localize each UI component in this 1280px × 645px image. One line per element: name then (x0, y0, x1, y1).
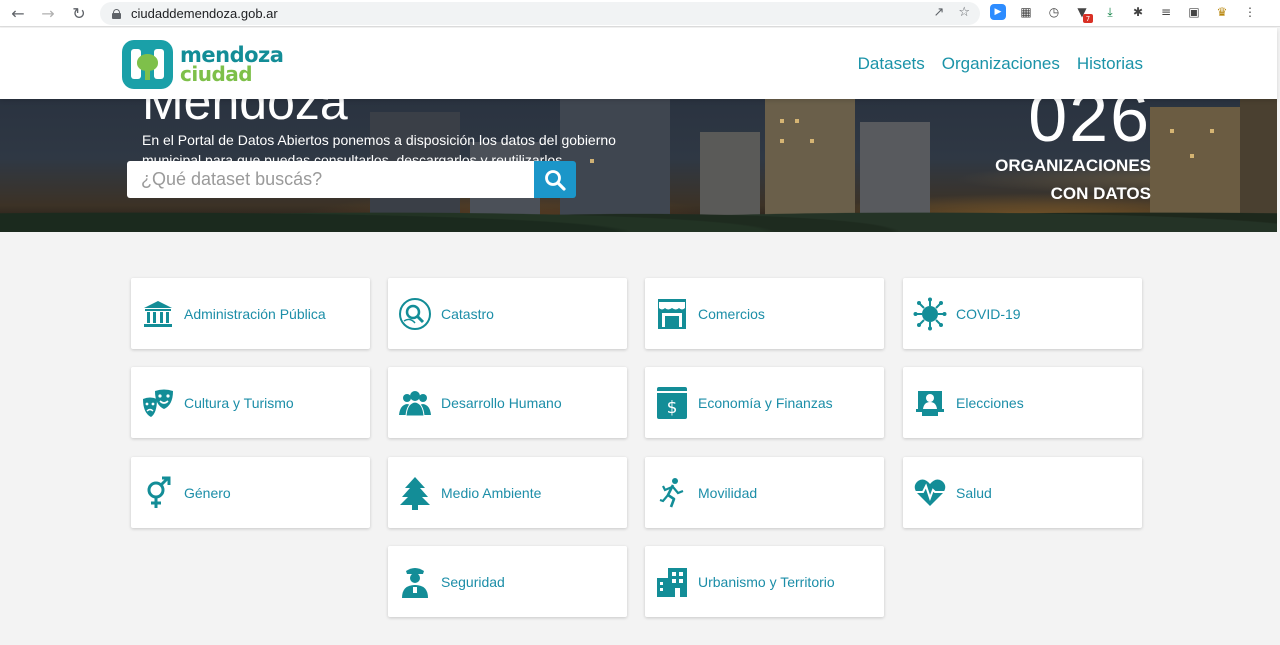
address-bar[interactable]: ciudaddemendoza.gob.ar ↗ ☆ (100, 2, 980, 25)
category-label: Género (184, 484, 231, 501)
building-columns-icon (141, 297, 175, 331)
storefront-icon (655, 297, 689, 331)
category-card-urbanismo[interactable]: Urbanismo y Territorio (645, 546, 884, 617)
site-logo[interactable]: mendoza ciudad (122, 40, 284, 89)
city-buildings-icon (655, 565, 689, 599)
nav-historias[interactable]: Historias (1077, 54, 1143, 74)
browser-toolbar: ← → ↻ ciudaddemendoza.gob.ar ↗ ☆ ▶ ▦ ◷ ▼… (0, 0, 1280, 27)
search-button[interactable] (534, 161, 576, 198)
logo-line2: ciudad (180, 61, 253, 86)
organizations-count: 026 (1028, 99, 1151, 156)
category-label: COVID-19 (956, 305, 1021, 322)
category-card-comercios[interactable]: Comercios (645, 278, 884, 349)
sidepanel-icon[interactable]: ▣ (1186, 4, 1202, 20)
category-label: Catastro (441, 305, 494, 322)
clock-extension-icon[interactable]: ◷ (1046, 4, 1062, 20)
category-label: Salud (956, 484, 992, 501)
back-arrow-icon[interactable]: ← (3, 0, 33, 27)
gender-symbol-icon (141, 476, 175, 510)
search-input[interactable] (127, 161, 534, 198)
main-nav: Datasets Organizaciones Historias (858, 54, 1143, 74)
category-label: Desarrollo Humano (441, 394, 562, 411)
reload-icon[interactable]: ↻ (64, 0, 94, 27)
category-label: Administración Pública (184, 305, 326, 322)
zoom-extension-icon[interactable]: ▶ (990, 4, 1006, 20)
organizations-label: ORGANIZACIONES CON DATOS (995, 156, 1151, 203)
hero-title: Mendoza (142, 99, 348, 130)
police-officer-icon (398, 565, 432, 599)
ballot-box-icon (913, 386, 947, 420)
search-icon (545, 169, 566, 191)
magnifier-map-icon (398, 297, 432, 331)
running-person-icon (655, 476, 689, 510)
download-extension-icon[interactable]: ⤓ (1102, 4, 1118, 20)
heartbeat-icon (913, 476, 947, 510)
category-card-medio-ambiente[interactable]: Medio Ambiente (388, 457, 627, 528)
category-label: Movilidad (698, 484, 758, 501)
category-label: Medio Ambiente (441, 484, 542, 501)
category-card-covid[interactable]: COVID-19 (903, 278, 1142, 349)
svg-text:$: $ (667, 398, 678, 418)
category-card-movilidad[interactable]: Movilidad (645, 457, 884, 528)
dataset-search (127, 161, 576, 198)
url-text[interactable]: ciudaddemendoza.gob.ar (131, 6, 278, 21)
star-icon[interactable]: ☆ (958, 5, 970, 20)
category-label: Cultura y Turismo (184, 394, 294, 411)
dollar-document-icon: $ (655, 386, 689, 420)
category-card-cultura[interactable]: Cultura y Turismo (131, 367, 370, 438)
category-card-seguridad[interactable]: Seguridad (388, 546, 627, 617)
filter-extension-icon[interactable]: ▼ 7 (1074, 4, 1093, 23)
category-card-elecciones[interactable]: Elecciones (903, 367, 1142, 438)
hero-banner: Mendoza En el Portal de Datos Abiertos p… (0, 99, 1277, 232)
logo-mark-icon (122, 40, 173, 89)
category-label: Economía y Finanzas (698, 394, 833, 411)
forward-arrow-icon[interactable]: → (33, 0, 63, 27)
people-group-icon (398, 386, 432, 420)
puzzle-extension-icon[interactable]: ✱ (1130, 4, 1146, 20)
nav-organizaciones[interactable]: Organizaciones (942, 54, 1060, 74)
site-header: mendoza ciudad Datasets Organizaciones H… (0, 28, 1277, 99)
category-card-genero[interactable]: Género (131, 457, 370, 528)
profile-avatar-icon[interactable]: ♛ (1214, 4, 1230, 20)
nav-datasets[interactable]: Datasets (858, 54, 925, 74)
share-icon[interactable]: ↗ (933, 5, 944, 20)
category-card-desarrollo[interactable]: Desarrollo Humano (388, 367, 627, 438)
category-label: Comercios (698, 305, 765, 322)
lock-icon (112, 8, 121, 19)
category-card-salud[interactable]: Salud (903, 457, 1142, 528)
category-card-catastro[interactable]: Catastro (388, 278, 627, 349)
category-card-economia[interactable]: $ Economía y Finanzas (645, 367, 884, 438)
virus-icon (913, 297, 947, 331)
category-card-administracion[interactable]: Administración Pública (131, 278, 370, 349)
kebab-menu-icon[interactable]: ⋮ (1242, 4, 1258, 20)
category-label: Seguridad (441, 573, 505, 590)
grid-extension-icon[interactable]: ▦ (1018, 4, 1034, 20)
pine-tree-icon (398, 476, 432, 510)
theater-masks-icon (141, 386, 175, 420)
category-label: Urbanismo y Territorio (698, 573, 835, 590)
media-list-icon[interactable]: ≡ (1158, 4, 1174, 20)
category-label: Elecciones (956, 394, 1024, 411)
